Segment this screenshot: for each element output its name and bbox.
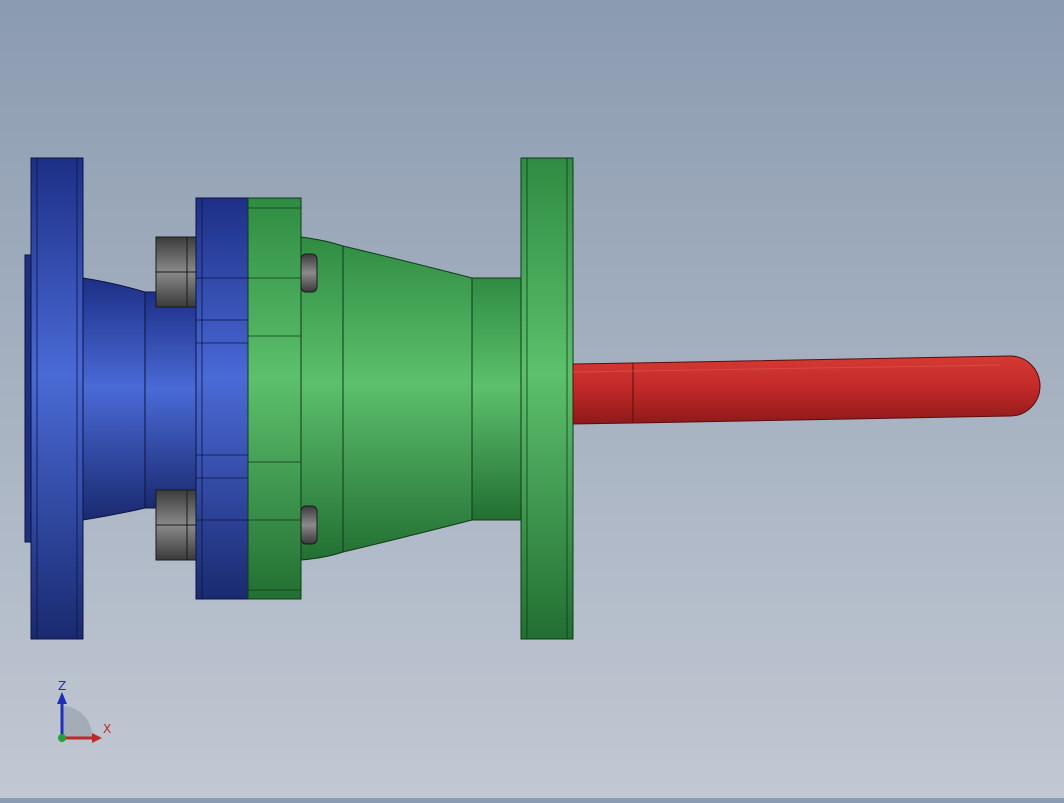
reducer-body[interactable] (300, 236, 523, 561)
triad-plane-icon (62, 705, 93, 738)
hex-bolt-top[interactable] (155, 236, 199, 308)
model-view[interactable] (0, 0, 1064, 798)
z-axis-label: Z (58, 679, 66, 693)
green-mating-flange[interactable] (247, 197, 302, 600)
inlet-flange[interactable] (24, 157, 84, 640)
outlet-flange[interactable] (520, 157, 574, 640)
blue-mating-flange[interactable] (195, 197, 249, 600)
inlet-neck[interactable] (82, 277, 198, 521)
coordinate-triad: Z X (40, 670, 130, 760)
hex-bolt-bottom[interactable] (155, 489, 199, 561)
y-axis-icon (58, 734, 66, 742)
graphics-viewport[interactable] (0, 0, 1064, 798)
x-axis-label: X (103, 722, 111, 736)
valve-handle[interactable] (572, 355, 1041, 425)
